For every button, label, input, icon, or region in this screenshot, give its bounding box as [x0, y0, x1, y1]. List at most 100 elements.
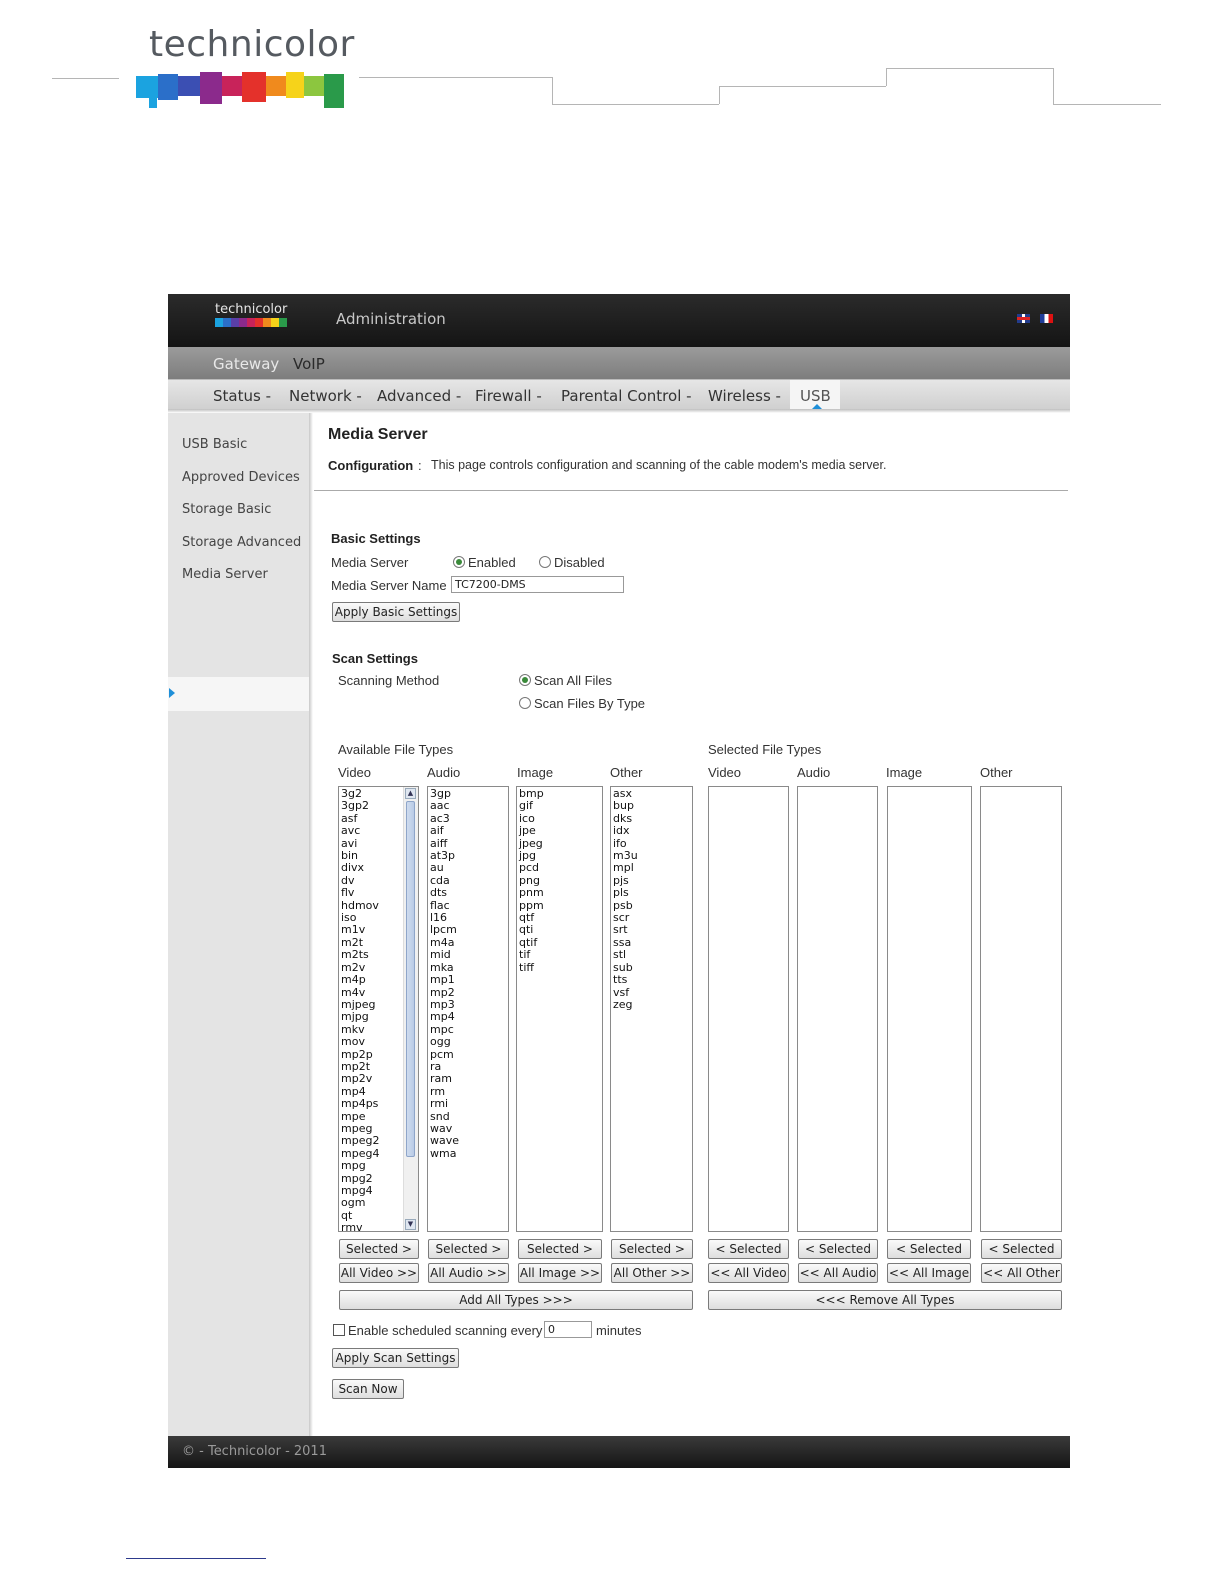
list-option[interactable]: pcm: [430, 1048, 506, 1061]
schedule-checkbox[interactable]: [333, 1324, 345, 1336]
add-selected-image-button[interactable]: Selected >: [518, 1239, 602, 1259]
remove-selected-other-button[interactable]: < Selected: [981, 1239, 1062, 1259]
list-option[interactable]: lpcm: [430, 924, 506, 937]
schedule-minutes-input[interactable]: 0: [544, 1321, 592, 1338]
remove-all-video-button[interactable]: << All Video: [708, 1263, 789, 1283]
selected-other-list[interactable]: [980, 786, 1062, 1232]
remove-all-audio-button[interactable]: << All Audio: [798, 1263, 878, 1283]
list-option[interactable]: ogg: [430, 1035, 506, 1048]
list-option[interactable]: dts: [430, 886, 506, 899]
video-list-scrollbar[interactable]: ▲ ▼: [403, 787, 418, 1231]
remove-selected-image-button[interactable]: < Selected: [887, 1239, 971, 1259]
add-all-video-button[interactable]: All Video >>: [339, 1263, 419, 1283]
scan-by-type-radio[interactable]: [519, 697, 531, 709]
available-image-header: Image: [517, 765, 554, 780]
add-selected-other-button[interactable]: Selected >: [611, 1239, 693, 1259]
apply-scan-settings-button[interactable]: Apply Scan Settings: [332, 1348, 459, 1368]
list-option[interactable]: tts: [613, 973, 690, 986]
list-option[interactable]: bup: [613, 799, 690, 812]
scroll-down-icon[interactable]: ▼: [405, 1219, 416, 1230]
scan-all-files-radio[interactable]: [519, 674, 531, 686]
nav-firewall[interactable]: Firewall -: [475, 387, 542, 405]
enabled-radio[interactable]: [453, 556, 465, 568]
selected-audio-list[interactable]: [797, 786, 878, 1232]
remove-all-types-button[interactable]: <<< Remove All Types: [708, 1290, 1062, 1310]
nav-status[interactable]: Status -: [213, 387, 271, 405]
list-option[interactable]: stl: [613, 948, 690, 961]
add-selected-video-button[interactable]: Selected >: [339, 1239, 419, 1259]
schedule-label: Enable scheduled scanning every: [348, 1323, 543, 1338]
available-audio-list[interactable]: 3gp aac ac3 aif aiff at3p au cda dts flac l16 lpcm m…: [427, 786, 509, 1232]
enabled-option[interactable]: Enabled: [453, 555, 516, 570]
scan-by-type-option[interactable]: Scan Files By Type: [519, 696, 645, 711]
list-option[interactable]: jpe: [519, 824, 600, 837]
nav-voip[interactable]: VoIP: [293, 355, 325, 373]
list-option[interactable]: wma: [430, 1147, 506, 1160]
fr-flag-icon[interactable]: [1040, 314, 1053, 323]
app-footer: © - Technicolor - 2011: [168, 1436, 1070, 1468]
disabled-radio[interactable]: [539, 556, 551, 568]
list-option[interactable]: mp1: [430, 973, 506, 986]
available-video-header: Video: [338, 765, 372, 780]
list-option[interactable]: aac: [430, 799, 506, 812]
list-option[interactable]: pnm: [519, 886, 600, 899]
disabled-option[interactable]: Disabled: [539, 555, 605, 570]
add-all-types-button[interactable]: Add All Types >>>: [339, 1290, 693, 1310]
list-option[interactable]: wave: [430, 1134, 506, 1147]
sidebar-item-usb-basic[interactable]: USB Basic: [182, 437, 247, 452]
list-option[interactable]: pcd: [519, 862, 600, 875]
sidebar-item-approved-devices[interactable]: Approved Devices: [182, 470, 300, 485]
selected-video-list[interactable]: [708, 786, 789, 1232]
list-option[interactable]: ram: [430, 1072, 506, 1085]
scan-all-files-option[interactable]: Scan All Files: [519, 673, 612, 688]
list-option[interactable]: tif: [519, 948, 600, 961]
list-option[interactable]: tiff: [519, 961, 600, 974]
list-option[interactable]: mpl: [613, 862, 690, 875]
list-option[interactable]: au: [430, 862, 506, 875]
sidebar-item-media-server[interactable]: Media Server: [182, 567, 268, 582]
list-option[interactable]: srt: [613, 924, 690, 937]
server-name-input[interactable]: TC7200-DMS: [451, 576, 624, 593]
app-logo-bar: [215, 318, 287, 330]
apply-basic-settings-button[interactable]: Apply Basic Settings: [332, 602, 460, 622]
available-image-list[interactable]: bmp gif ico jpe jpeg jpg pcd png pnm ppm qtf qti qti…: [516, 786, 603, 1232]
schedule-option[interactable]: Enable scheduled scanning every: [333, 1323, 542, 1338]
list-option[interactable]: mid: [430, 948, 506, 961]
nav-parental-control[interactable]: Parental Control -: [561, 387, 692, 405]
uk-flag-icon[interactable]: [1017, 314, 1030, 323]
add-all-audio-button[interactable]: All Audio >>: [428, 1263, 509, 1283]
list-option[interactable]: rmi: [430, 1097, 506, 1110]
list-option[interactable]: qti: [519, 924, 600, 937]
list-option[interactable]: pls: [613, 886, 690, 899]
selected-image-list[interactable]: [887, 786, 972, 1232]
available-video-list[interactable]: 3g2 3gp2 asf avc avi bin divx dv flv hdmov iso m1v m…: [338, 786, 419, 1232]
nav-wireless[interactable]: Wireless -: [708, 387, 781, 405]
remove-all-other-button[interactable]: << All Other: [981, 1263, 1062, 1283]
remove-selected-video-button[interactable]: < Selected: [708, 1239, 789, 1259]
available-other-list[interactable]: asx bup dks idx ifo m3u mpl pjs pls psb scr srt ssa s…: [610, 786, 693, 1232]
list-option[interactable]: gif: [519, 799, 600, 812]
list-option[interactable]: idx: [613, 824, 690, 837]
nav-network[interactable]: Network -: [289, 387, 362, 405]
nav-usb[interactable]: USB: [800, 387, 831, 405]
sidebar-item-storage-basic[interactable]: Storage Basic: [182, 502, 271, 517]
enabled-label: Enabled: [468, 555, 516, 570]
scroll-up-icon[interactable]: ▲: [405, 788, 416, 799]
scan-now-button[interactable]: Scan Now: [332, 1379, 404, 1399]
add-all-image-button[interactable]: All Image >>: [518, 1263, 602, 1283]
list-option[interactable]: qtif: [519, 936, 600, 949]
nav-gateway[interactable]: Gateway: [213, 355, 279, 373]
add-all-other-button[interactable]: All Other >>: [611, 1263, 693, 1283]
app-logo-text: technicolor: [215, 302, 288, 317]
sidebar-item-storage-advanced[interactable]: Storage Advanced: [182, 535, 301, 550]
list-option[interactable]: zeg: [613, 998, 690, 1011]
scan-by-type-label: Scan Files By Type: [534, 696, 646, 711]
remove-selected-audio-button[interactable]: < Selected: [798, 1239, 878, 1259]
basic-settings-heading: Basic Settings: [331, 531, 421, 546]
remove-all-image-button[interactable]: << All Image: [887, 1263, 971, 1283]
nav-advanced[interactable]: Advanced -: [377, 387, 461, 405]
list-option[interactable]: aif: [430, 824, 506, 837]
list-option[interactable]: mp4: [430, 1010, 506, 1023]
scroll-thumb[interactable]: [406, 801, 415, 1157]
add-selected-audio-button[interactable]: Selected >: [428, 1239, 509, 1259]
